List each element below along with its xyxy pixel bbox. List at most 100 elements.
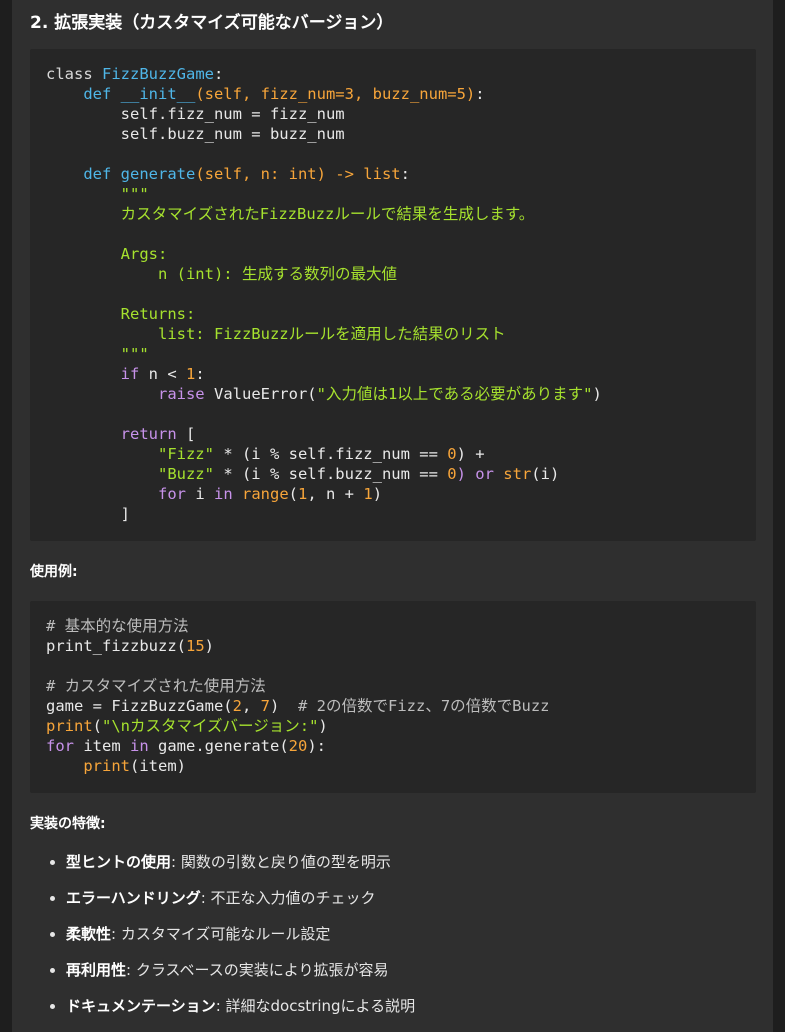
list-item: ドキュメンテーション: 詳細なdocstringによる説明: [30, 989, 415, 1025]
code-token: ): [318, 717, 328, 735]
code-token: [: [176, 425, 196, 443]
code-token: ,: [241, 697, 261, 715]
list-item: 再利用性: クラスベースの実装により拡張が容易: [30, 953, 415, 989]
code-token: class: [46, 65, 102, 83]
bullet-icon: [50, 1004, 55, 1009]
code-token: in: [130, 737, 149, 755]
feature-title: 柔軟性: [66, 925, 112, 943]
features-label: 実装の特徴:: [30, 816, 106, 832]
bullet-icon: [50, 860, 55, 865]
code-token: :: [475, 85, 485, 103]
feature-desc: : 関数の引数と戻り値の型を明示: [171, 853, 391, 871]
code-token: for: [157, 485, 186, 503]
code-token: ) or: [456, 465, 504, 483]
code-line: n (int): 生成する数列の最大値: [157, 265, 397, 283]
code-token: ]: [120, 505, 130, 523]
list-item: エラーハンドリング: 不正な入力値のチェック: [30, 881, 415, 917]
code-line: Returns:: [120, 305, 196, 323]
code-token: ValueError(: [204, 385, 317, 403]
list-item: 型ヒントの使用: 関数の引数と戻り値の型を明示: [30, 845, 415, 881]
code-token: 7: [260, 697, 270, 715]
code-token: def: [83, 165, 121, 183]
code-comment: # 2の倍数でFizz、7の倍数でBuzz: [298, 697, 550, 715]
code-token: (self, fizz_num=3, buzz_num=5): [195, 85, 476, 103]
code-token: "入力値は1以上である必要があります": [316, 385, 593, 403]
code-token: 15: [185, 637, 205, 655]
code-comment: # カスタマイズされた使用方法: [46, 677, 266, 695]
code-token: "\nカスタマイズバージョン:": [102, 717, 319, 735]
feature-title: エラーハンドリング: [66, 889, 201, 907]
code-token: ): [592, 385, 602, 403]
code-line: list: FizzBuzzルールを適用した結果のリスト: [157, 325, 506, 343]
code-token: 0: [447, 465, 457, 483]
code-token: * (i % self.fizz_num ==: [213, 445, 448, 463]
code-token: (: [92, 717, 103, 735]
usage-label: 使用例:: [30, 564, 78, 580]
code-token: 1: [363, 485, 373, 503]
code-token: 1: [298, 485, 308, 503]
feature-desc: : カスタマイズ可能なルール設定: [111, 925, 331, 943]
code-token: generate: [120, 165, 196, 183]
code-token: 1: [186, 365, 196, 383]
code-token: print: [46, 717, 93, 735]
code-token: :: [195, 365, 205, 383]
code-token: FizzBuzzGame: [102, 65, 214, 83]
feature-desc: : 不正な入力値のチェック: [200, 889, 376, 907]
code-token: __init__: [120, 85, 196, 103]
code-token: * (i % self.buzz_num ==: [213, 465, 448, 483]
code-line: カスタマイズされたFizzBuzzルールで結果を生成します。: [120, 205, 535, 223]
code-token: "Fizz": [157, 445, 214, 463]
code-token: ): [270, 697, 298, 715]
code-token: 2: [232, 697, 242, 715]
code-line: Args:: [120, 245, 168, 263]
code-token: (item): [130, 757, 186, 775]
code-token: 20: [288, 737, 308, 755]
code-token: for: [46, 737, 74, 755]
code-token: n <: [139, 365, 186, 383]
code-block-class[interactable]: class FizzBuzzGame: def __init__(self, f…: [30, 49, 756, 541]
code-token: "Buzz": [157, 465, 214, 483]
code-token: ):: [307, 737, 326, 755]
bullet-icon: [50, 896, 55, 901]
bullet-icon: [50, 932, 55, 937]
code-token: item: [74, 737, 130, 755]
code-token: list: [363, 165, 401, 183]
code-token: 0: [447, 445, 457, 463]
feature-title: ドキュメンテーション: [66, 997, 216, 1015]
code-token: range: [232, 485, 289, 503]
code-line: self.buzz_num = buzz_num: [120, 125, 345, 143]
code-token: game = FizzBuzzGame(: [46, 697, 233, 715]
code-token: :: [213, 65, 224, 83]
feature-desc: : 詳細なdocstringによる説明: [215, 997, 416, 1015]
features-list: 型ヒントの使用: 関数の引数と戻り値の型を明示 エラーハンドリング: 不正な入力…: [30, 845, 415, 1025]
code-token: ) +: [456, 445, 485, 463]
code-token: (: [288, 485, 298, 503]
feature-title: 型ヒントの使用: [66, 853, 172, 871]
list-item: 柔軟性: カスタマイズ可能なルール設定: [30, 917, 415, 953]
section-title: 2. 拡張実装（カスタマイズ可能なバージョン）: [30, 13, 394, 33]
code-token: print: [83, 757, 130, 775]
code-block-usage[interactable]: # 基本的な使用方法 print_fizzbuzz(15) # カスタマイズされ…: [30, 601, 756, 793]
code-usage-listing: # 基本的な使用方法 print_fizzbuzz(15) # カスタマイズされ…: [46, 616, 549, 776]
feature-desc: : クラスベースの実装により拡張が容易: [126, 961, 389, 979]
code-token: (self, n: int) ->: [195, 165, 364, 183]
feature-title: 再利用性: [66, 961, 127, 979]
code-token: print_fizzbuzz(: [46, 637, 186, 655]
bullet-icon: [50, 968, 55, 973]
code-line: self.fizz_num = fizz_num: [120, 105, 345, 123]
code-token: """: [120, 345, 149, 363]
code-token: def: [83, 85, 121, 103]
code-comment: # 基本的な使用方法: [46, 617, 189, 635]
code-token: game.generate(: [148, 737, 289, 755]
code-token: i: [185, 485, 214, 503]
code-token: , n +: [307, 485, 364, 503]
code-token: return: [120, 425, 177, 443]
code-token: """: [120, 185, 149, 203]
code-class-listing: class FizzBuzzGame: def __init__(self, f…: [46, 64, 602, 524]
code-token: str: [503, 465, 532, 483]
code-token: in: [213, 485, 233, 503]
code-token: ): [204, 637, 214, 655]
code-token: (i): [531, 465, 560, 483]
code-token: if: [120, 365, 140, 383]
code-token: :: [400, 165, 410, 183]
